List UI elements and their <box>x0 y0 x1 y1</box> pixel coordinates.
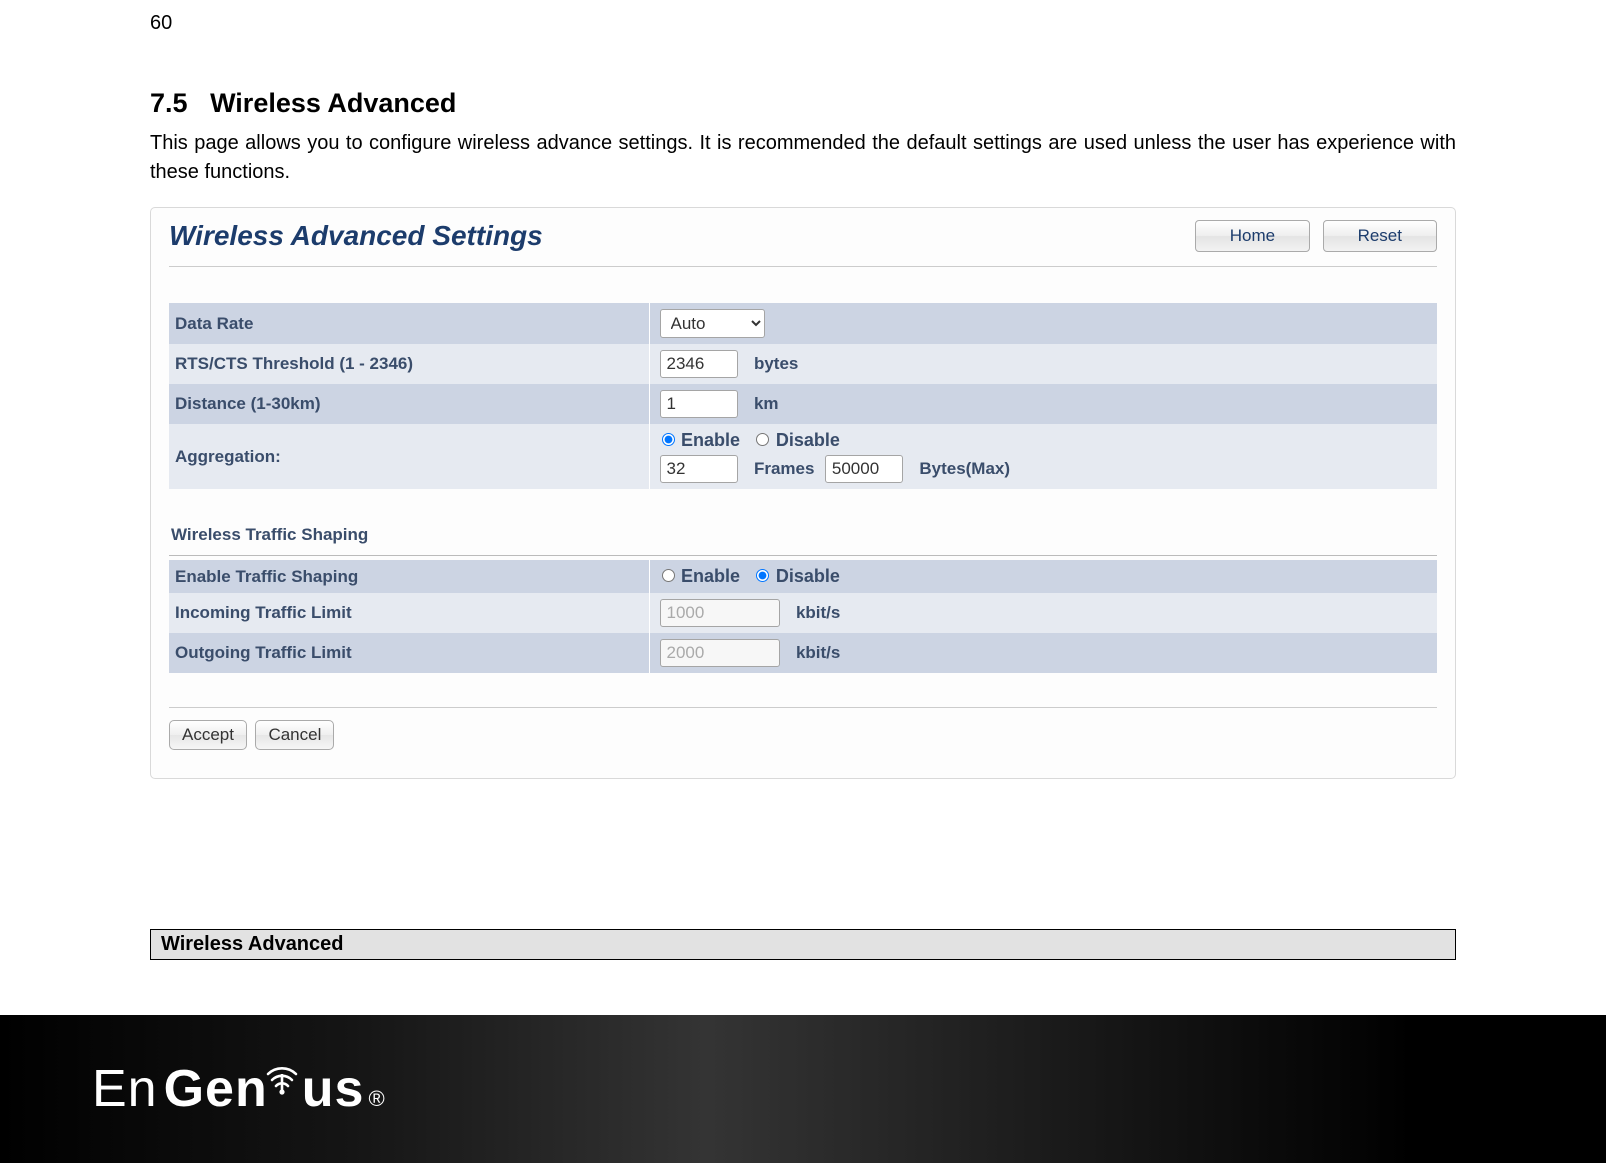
shaping-enable-radio[interactable] <box>662 569 675 582</box>
panel-title: Wireless Advanced Settings <box>169 220 543 252</box>
outgoing-limit-unit: kbit/s <box>796 643 840 662</box>
aggregation-frames-unit: Frames <box>754 459 814 478</box>
doc-table-header: Wireless Advanced <box>150 929 1456 960</box>
aggregation-frames-input[interactable] <box>660 455 738 483</box>
shaping-enable-text: Enable <box>681 566 740 586</box>
logo-part-en: En <box>92 1059 158 1119</box>
traffic-shaping-table: Enable Traffic Shaping Enable Disable In… <box>169 560 1437 673</box>
section-number: 7.5 <box>150 88 188 118</box>
distance-label: Distance (1-30km) <box>175 394 321 413</box>
rts-cts-unit: bytes <box>754 354 798 373</box>
cancel-button[interactable]: Cancel <box>255 720 334 750</box>
enable-shaping-label: Enable Traffic Shaping <box>175 567 358 586</box>
aggregation-bytes-input[interactable] <box>825 455 903 483</box>
shaping-disable-radio[interactable] <box>756 569 769 582</box>
incoming-limit-unit: kbit/s <box>796 603 840 622</box>
engenius-logo: En Gen us ® <box>92 1059 386 1119</box>
shaping-disable-text: Disable <box>776 566 840 586</box>
traffic-shaping-header: Wireless Traffic Shaping <box>171 525 1437 545</box>
section-title-text: Wireless Advanced <box>210 88 456 118</box>
aggregation-label: Aggregation: <box>175 447 281 466</box>
action-row: Accept Cancel <box>169 707 1437 750</box>
rts-cts-input[interactable] <box>660 350 738 378</box>
doc-table-header-cell: Wireless Advanced <box>151 930 1456 960</box>
panel-header: Wireless Advanced Settings Home Reset <box>169 220 1437 267</box>
rts-cts-label: RTS/CTS Threshold (1 - 2346) <box>175 354 413 373</box>
data-rate-label: Data Rate <box>175 314 253 333</box>
data-rate-row: Data Rate Auto <box>169 303 1437 344</box>
aggregation-bytes-unit: Bytes(Max) <box>919 459 1010 478</box>
aggregation-disable-text: Disable <box>776 430 840 450</box>
enable-shaping-row: Enable Traffic Shaping Enable Disable <box>169 560 1437 593</box>
divider <box>169 555 1437 556</box>
distance-input[interactable] <box>660 390 738 418</box>
logo-part-us: us <box>302 1059 365 1119</box>
section-heading: 7.5 Wireless Advanced <box>150 88 1456 119</box>
page-number: 60 <box>150 12 172 35</box>
distance-row: Distance (1-30km) km <box>169 384 1437 424</box>
outgoing-limit-row: Outgoing Traffic Limit kbit/s <box>169 633 1437 673</box>
content-region: 7.5 Wireless Advanced This page allows y… <box>150 88 1456 960</box>
incoming-limit-label: Incoming Traffic Limit <box>175 603 352 622</box>
aggregation-disable-radio[interactable] <box>756 433 769 446</box>
registered-mark: ® <box>368 1086 385 1112</box>
reset-button[interactable]: Reset <box>1323 220 1437 252</box>
outgoing-limit-input[interactable] <box>660 639 780 667</box>
advanced-settings-table: Data Rate Auto RTS/CTS Threshold (1 - 23… <box>169 303 1437 489</box>
aggregation-enable-radio[interactable] <box>662 433 675 446</box>
accept-button[interactable]: Accept <box>169 720 247 750</box>
section-description: This page allows you to configure wirele… <box>150 129 1456 187</box>
panel-button-group: Home Reset <box>1187 220 1437 252</box>
logo-part-gen: Gen <box>164 1059 268 1119</box>
wifi-icon <box>266 1062 298 1106</box>
aggregation-enable-text: Enable <box>681 430 740 450</box>
aggregation-row: Aggregation: Enable Disable Frames Bytes… <box>169 424 1437 489</box>
home-button[interactable]: Home <box>1195 220 1310 252</box>
data-rate-select[interactable]: Auto <box>660 309 765 338</box>
outgoing-limit-label: Outgoing Traffic Limit <box>175 643 352 662</box>
settings-panel: Wireless Advanced Settings Home Reset Da… <box>150 207 1456 779</box>
incoming-limit-row: Incoming Traffic Limit kbit/s <box>169 593 1437 633</box>
distance-unit: km <box>754 394 779 413</box>
incoming-limit-input[interactable] <box>660 599 780 627</box>
footer-bar: En Gen us ® <box>0 1015 1606 1163</box>
rts-cts-row: RTS/CTS Threshold (1 - 2346) bytes <box>169 344 1437 384</box>
